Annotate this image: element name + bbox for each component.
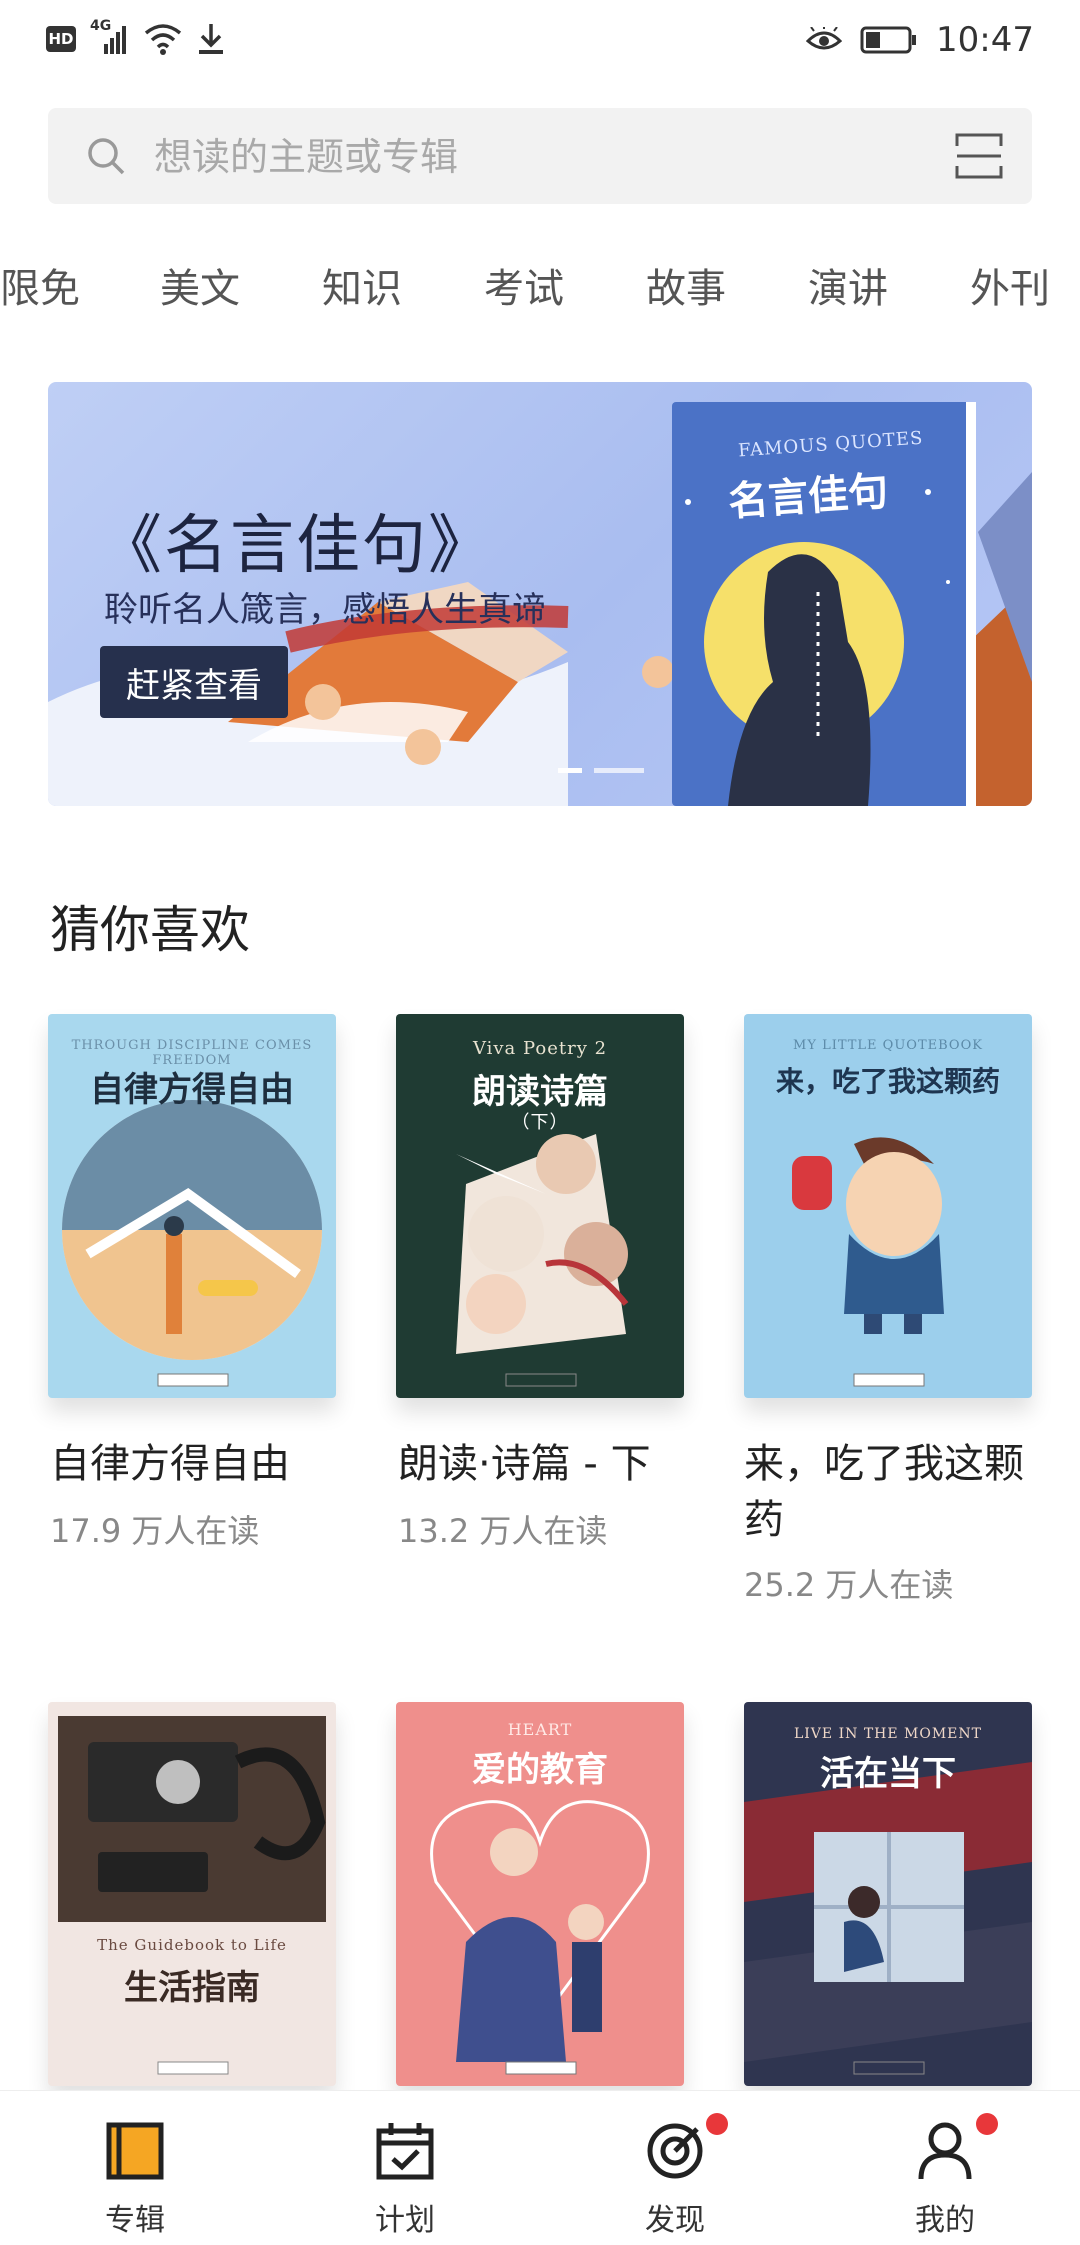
album-cover[interactable]: MY LITTLE QUOTEBOOK 来，吃了我这颗药	[744, 1014, 1032, 1398]
nav-plan-label: 计划	[375, 2203, 435, 2238]
search-icon	[88, 138, 125, 175]
tab-xianmian[interactable]: 限免	[0, 256, 80, 314]
cover-title: 爱的教育	[472, 1750, 608, 1790]
status-bar: HD 4G 10:47	[0, 0, 1080, 86]
category-tabs: 限免 美文 知识 考试 故事 演讲 外刊	[0, 256, 1080, 326]
cover-title: 生活指南	[124, 1968, 260, 2008]
calendar-check-icon	[376, 2123, 434, 2180]
cover-subtitle: HEART	[507, 1720, 573, 1739]
album-cover[interactable]: LIVE IN THE MOMENT 活在当下	[744, 1702, 1032, 2086]
album-name[interactable]: 自律方得自由	[50, 1436, 350, 1492]
album-icon	[106, 2122, 164, 2180]
nav-me-label: 我的	[915, 2203, 975, 2238]
clock: 10:47	[936, 20, 1034, 60]
cover-title: 朗读诗篇	[472, 1072, 608, 1112]
signal-4g-icon: 4G	[90, 18, 130, 56]
tab-gushi[interactable]: 故事	[646, 256, 726, 314]
album-read-count: 17.9 万人在读	[50, 1512, 260, 1550]
banner-subtitle: 聆听名人箴言，感悟人生真谛	[104, 590, 546, 630]
cover-volume: （下）	[511, 1112, 569, 1133]
album-cover[interactable]: THROUGH DISCIPLINE COMES FREEDOM 自律方得自由	[48, 1014, 336, 1398]
eye-icon	[806, 27, 843, 50]
cover-illustration	[58, 1716, 326, 2075]
album-name[interactable]: 来，吃了我这颗药	[744, 1436, 1044, 1548]
nav-discover-label: 发现	[645, 2203, 705, 2238]
album-cover[interactable]: Viva Poetry 2 朗读诗篇 （下）	[396, 1014, 684, 1398]
cover-title: 自律方得自由	[90, 1070, 294, 1110]
cover-title: 来，吃了我这颗药	[775, 1065, 1000, 1098]
bottom-nav: 专辑 计划 发现 我的	[0, 2090, 1080, 2245]
nav-plan[interactable]: 计划	[270, 2091, 540, 2245]
nav-album[interactable]: 专辑	[0, 2091, 270, 2245]
battery-icon	[860, 26, 917, 54]
cover-subtitle: LIVE IN THE MOMENT	[793, 1726, 982, 1742]
tab-meiwen[interactable]: 美文	[160, 256, 240, 314]
search-input[interactable]	[152, 126, 916, 188]
scan-icon[interactable]	[954, 132, 1004, 180]
search-bar[interactable]	[48, 108, 1032, 204]
promo-banner[interactable]: 《名言佳句》 聆听名人箴言，感悟人生真谛 赶紧查看 FAMOUS QUOTES …	[48, 382, 1032, 806]
nav-discover[interactable]: 发现	[540, 2091, 810, 2245]
album-name[interactable]: 朗读·诗篇 - 下	[398, 1436, 698, 1492]
cover-subtitle: The Guidebook to Life	[97, 1936, 287, 1954]
album-cover[interactable]: The Guidebook to Life 生活指南	[48, 1702, 336, 2086]
cover-subtitle: MY LITTLE QUOTEBOOK	[793, 1038, 983, 1053]
banner-cta-button[interactable]: 赶紧查看	[100, 646, 288, 718]
cover-title: 活在当下	[820, 1754, 956, 1794]
banner-book-title: 名言佳句	[726, 467, 890, 526]
album-cover[interactable]: HEART 爱的教育	[396, 1702, 684, 2086]
nav-discover-badge	[706, 2113, 728, 2135]
album-read-count: 25.2 万人在读	[744, 1566, 954, 1604]
section-title-recommend: 猜你喜欢	[50, 901, 250, 959]
album-read-count: 13.2 万人在读	[398, 1512, 608, 1550]
nav-me-badge	[976, 2113, 998, 2135]
cover-subtitle: Viva Poetry 2	[472, 1038, 608, 1059]
download-icon	[199, 24, 223, 54]
user-icon	[918, 2122, 972, 2180]
wifi-icon	[144, 24, 182, 55]
tab-waikan[interactable]: 外刊	[970, 256, 1050, 314]
nav-me[interactable]: 我的	[810, 2091, 1080, 2245]
tab-yanjiang[interactable]: 演讲	[808, 256, 888, 314]
nav-album-label: 专辑	[105, 2203, 165, 2238]
banner-title: 《名言佳句》	[98, 509, 494, 583]
hd-badge: HD	[46, 26, 76, 52]
tab-zhishi[interactable]: 知识	[322, 256, 402, 314]
tab-kaoshi[interactable]: 考试	[484, 256, 564, 314]
target-icon	[647, 2123, 703, 2179]
